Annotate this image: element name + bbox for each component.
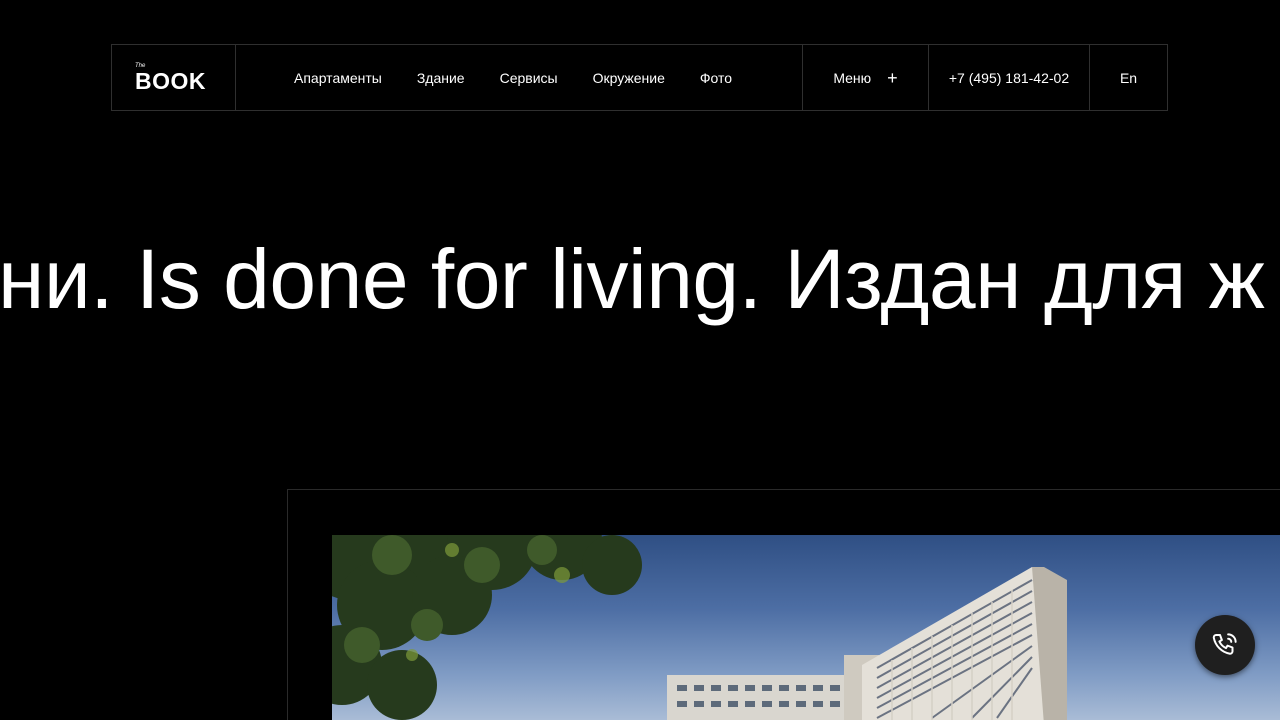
plus-icon: + <box>887 67 898 88</box>
nav-link-apartments[interactable]: Апартаменты <box>294 70 382 86</box>
marquee-text: ни. Is done for living. Издан для ж <box>0 232 1265 326</box>
page: The BOOK Апартаменты Здание Сервисы Окру… <box>0 0 1280 720</box>
phone-call-icon <box>1212 633 1237 655</box>
nav-link-services[interactable]: Сервисы <box>500 70 558 86</box>
nav-link-surroundings[interactable]: Окружение <box>593 70 665 86</box>
language-switch[interactable]: En <box>1090 45 1167 110</box>
nav-link-building[interactable]: Здание <box>417 70 465 86</box>
menu-button[interactable]: Меню + <box>803 45 929 110</box>
building-photo <box>332 535 1280 720</box>
logo[interactable]: The BOOK <box>112 45 236 110</box>
menu-label: Меню <box>833 69 872 86</box>
header-nav: The BOOK Апартаменты Здание Сервисы Окру… <box>111 44 1168 111</box>
call-button[interactable] <box>1195 615 1255 675</box>
nav-links: Апартаменты Здание Сервисы Окружение Фот… <box>236 45 803 110</box>
building-photo-illustration <box>332 535 1067 720</box>
nav-link-photo[interactable]: Фото <box>700 70 732 86</box>
hero-marquee: ни. Is done for living. Издан для ж <box>0 220 1280 340</box>
logo-book: BOOK <box>135 68 206 94</box>
phone-link[interactable]: +7 (495) 181-42-02 <box>929 45 1090 110</box>
